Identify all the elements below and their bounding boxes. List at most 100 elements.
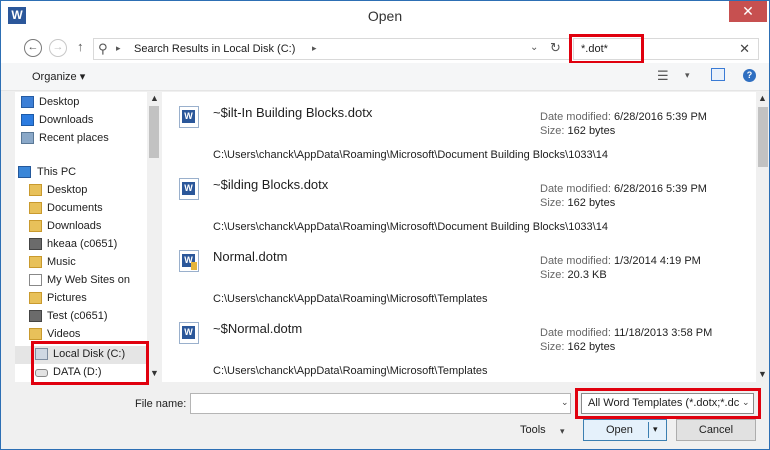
nav-item-label: Desktop bbox=[47, 184, 88, 196]
file-name: Normal.dotm bbox=[213, 249, 288, 264]
word-macro-template-icon bbox=[179, 250, 199, 272]
results-scrollbar[interactable]: ▲ ▼ bbox=[756, 92, 769, 382]
date-value: 1/3/2014 4:19 PM bbox=[614, 255, 701, 267]
file-size: Size: 162 bytes bbox=[540, 341, 615, 353]
this-pc-icon bbox=[18, 166, 31, 178]
chevron-down-icon[interactable]: ▾ bbox=[685, 70, 690, 81]
network-drive-icon bbox=[29, 310, 42, 322]
date-value: 11/18/2013 3:58 PM bbox=[614, 327, 713, 339]
refresh-icon[interactable]: ↻ bbox=[550, 40, 561, 56]
nav-item-label: Recent places bbox=[39, 132, 109, 144]
address-bar[interactable]: ⚲ ▸ Search Results in Local Disk (C:) ▸ … bbox=[93, 38, 571, 60]
search-highlight-box bbox=[569, 34, 644, 64]
desktop-icon bbox=[21, 96, 34, 108]
file-date: Date modified: 11/18/2013 3:58 PM bbox=[540, 327, 712, 339]
date-label: Date modified: bbox=[540, 183, 611, 195]
file-name-input[interactable] bbox=[190, 393, 571, 414]
breadcrumb-location[interactable]: Search Results in Local Disk (C:) bbox=[134, 43, 295, 55]
chevron-down-icon[interactable]: ▾ bbox=[560, 426, 565, 437]
size-value: 162 bytes bbox=[567, 197, 616, 209]
clear-search-icon[interactable]: ✕ bbox=[739, 41, 750, 57]
list-item[interactable]: Normal.dotm Date modified: 1/3/2014 4:19… bbox=[162, 236, 756, 308]
nav-item-label: Downloads bbox=[39, 114, 94, 126]
date-label: Date modified: bbox=[540, 255, 611, 267]
arrow-right-icon: → bbox=[52, 41, 64, 53]
scroll-down-icon[interactable]: ▼ bbox=[758, 369, 767, 379]
scroll-up-icon[interactable]: ▲ bbox=[758, 93, 767, 103]
forward-button[interactable]: → bbox=[49, 39, 67, 57]
recent-places-icon bbox=[21, 132, 34, 144]
change-view-icon[interactable]: ☰ bbox=[657, 68, 669, 84]
music-folder-icon bbox=[29, 256, 42, 268]
file-date: Date modified: 6/28/2016 5:39 PM bbox=[540, 183, 707, 195]
file-size: Size: 162 bytes bbox=[540, 197, 615, 209]
size-label: Size: bbox=[540, 269, 565, 281]
chevron-down-icon[interactable]: ▾ bbox=[653, 424, 658, 435]
size-label: Size: bbox=[540, 197, 565, 209]
file-date: Date modified: 6/28/2016 5:39 PM bbox=[540, 111, 707, 123]
network-drive-icon bbox=[29, 238, 42, 250]
scrollbar-thumb[interactable] bbox=[758, 107, 768, 167]
scrollbar-thumb[interactable] bbox=[149, 106, 159, 158]
nav-item-documents[interactable]: Documents bbox=[15, 200, 147, 218]
nav-item-desktop-folder[interactable]: Desktop bbox=[15, 182, 147, 200]
size-value: 20.3 KB bbox=[567, 269, 607, 281]
open-dialog: W Open ✕ ← → ↑ ⚲ ▸ Search Results in Loc… bbox=[0, 0, 770, 450]
nav-item-downloads-folder[interactable]: Downloads bbox=[15, 218, 147, 236]
up-button[interactable]: ↑ bbox=[77, 39, 84, 54]
size-value: 162 bytes bbox=[567, 125, 616, 137]
nav-item-label: My Web Sites on bbox=[47, 274, 130, 286]
organize-button[interactable]: Organize ▾ bbox=[32, 70, 85, 83]
command-bar: Organize ▾ ☰ ▾ ? bbox=[1, 63, 769, 91]
preview-pane-icon[interactable] bbox=[711, 68, 725, 81]
close-button[interactable]: ✕ bbox=[729, 1, 767, 22]
nav-item-hkeaa[interactable]: hkeaa (c0651) bbox=[15, 236, 147, 254]
open-button[interactable]: Open ▾ bbox=[583, 419, 667, 441]
search-results-list: ~$ilt-In Building Blocks.dotx Date modif… bbox=[162, 92, 756, 382]
dialog-title: Open bbox=[367, 8, 403, 24]
file-date: Date modified: 1/3/2014 4:19 PM bbox=[540, 255, 701, 267]
list-item[interactable]: ~$ilt-In Building Blocks.dotx Date modif… bbox=[162, 92, 756, 164]
nav-item-this-pc[interactable]: This PC bbox=[15, 164, 147, 182]
breadcrumb-chevron-icon[interactable]: ▸ bbox=[116, 43, 121, 54]
file-name: ~$Normal.dotm bbox=[213, 321, 303, 336]
back-button[interactable]: ← bbox=[24, 39, 42, 57]
breadcrumb-chevron-icon[interactable]: ▸ bbox=[312, 43, 317, 54]
split-divider bbox=[648, 422, 649, 438]
nav-item-label: Test (c0651) bbox=[47, 310, 108, 322]
nav-item-downloads[interactable]: Downloads bbox=[15, 112, 147, 130]
chevron-down-icon[interactable]: ⌄ bbox=[561, 397, 569, 408]
chevron-down-icon[interactable]: ⌄ bbox=[530, 42, 538, 53]
nav-item-label: This PC bbox=[37, 166, 77, 178]
nav-item-pictures[interactable]: Pictures bbox=[15, 290, 147, 308]
arrow-left-icon: ← bbox=[27, 41, 39, 53]
scroll-down-icon[interactable]: ▼ bbox=[150, 368, 159, 378]
nav-item-my-web-sites[interactable]: My Web Sites on bbox=[15, 272, 147, 290]
nav-item-music[interactable]: Music bbox=[15, 254, 147, 272]
size-label: Size: bbox=[540, 341, 565, 353]
nav-item-test[interactable]: Test (c0651) bbox=[15, 308, 147, 326]
help-icon[interactable]: ? bbox=[743, 69, 756, 82]
date-value: 6/28/2016 5:39 PM bbox=[614, 111, 707, 123]
list-item[interactable]: ~$Normal.dotm Date modified: 11/18/2013 … bbox=[162, 308, 756, 380]
nav-item-label: Downloads bbox=[47, 220, 102, 232]
file-size: Size: 20.3 KB bbox=[540, 269, 607, 281]
nav-scrollbar[interactable]: ▲ ▼ bbox=[147, 92, 161, 382]
date-label: Date modified: bbox=[540, 111, 611, 123]
folder-icon bbox=[29, 202, 42, 214]
open-label: Open bbox=[606, 424, 633, 436]
arrow-up-icon: ↑ bbox=[77, 39, 84, 54]
size-value: 162 bytes bbox=[567, 341, 616, 353]
nav-item-recent-places[interactable]: Recent places bbox=[15, 130, 147, 148]
nav-item-desktop[interactable]: Desktop bbox=[15, 94, 147, 112]
list-item[interactable]: ~$ilding Blocks.dotx Date modified: 6/28… bbox=[162, 164, 756, 236]
scroll-up-icon[interactable]: ▲ bbox=[150, 93, 159, 103]
folder-icon bbox=[29, 184, 42, 196]
word-template-icon bbox=[179, 178, 199, 200]
page-icon bbox=[29, 274, 42, 286]
tools-button[interactable]: Tools bbox=[520, 424, 546, 436]
file-type-highlight-box bbox=[575, 388, 761, 419]
file-path: C:\Users\chanck\AppData\Roaming\Microsof… bbox=[213, 221, 608, 233]
file-path: C:\Users\chanck\AppData\Roaming\Microsof… bbox=[213, 149, 608, 161]
cancel-button[interactable]: Cancel bbox=[676, 419, 756, 441]
